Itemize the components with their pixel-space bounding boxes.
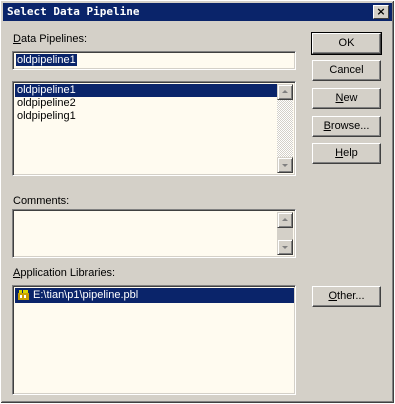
cancel-button[interactable]: Cancel [312, 60, 381, 81]
chevron-down-icon [282, 246, 288, 249]
help-button[interactable]: Help [312, 143, 381, 164]
close-icon: × [376, 5, 386, 18]
application-libraries-label: Application Libraries: [13, 267, 116, 279]
scroll-down-button[interactable] [277, 239, 293, 255]
data-pipeline-name-input[interactable]: oldpipeline1 [12, 51, 296, 70]
new-button[interactable]: New [312, 88, 381, 109]
list-item[interactable]: oldpipeling1 [15, 110, 277, 123]
data-pipelines-label: Data Pipelines: [13, 33, 87, 45]
chevron-up-icon [282, 218, 288, 221]
pipelines-scrollbar[interactable] [277, 84, 293, 173]
data-pipeline-name-value: oldpipeline1 [16, 54, 77, 66]
comments-scrollbar[interactable] [277, 212, 293, 255]
library-path: E:\tian\p1\pipeline.pbl [33, 289, 139, 301]
application-libraries-list[interactable]: E:\tian\p1\pipeline.pbl [12, 285, 296, 395]
select-data-pipeline-dialog: Select Data Pipeline × Data Pipelines: o… [0, 0, 395, 404]
list-item[interactable]: E:\tian\p1\pipeline.pbl [15, 288, 294, 303]
title-bar[interactable]: Select Data Pipeline × [3, 3, 392, 21]
other-button[interactable]: Other... [312, 286, 381, 307]
comments-label: Comments: [13, 195, 70, 207]
comments-textarea[interactable] [12, 209, 296, 258]
window-title: Select Data Pipeline [7, 5, 140, 18]
browse-button[interactable]: Browse... [312, 116, 381, 137]
close-button[interactable]: × [373, 5, 389, 19]
scroll-up-button[interactable] [277, 84, 293, 100]
list-item[interactable]: oldpipeline1 [15, 84, 277, 97]
chevron-down-icon [282, 164, 288, 167]
scroll-up-button[interactable] [277, 212, 293, 228]
data-pipelines-list[interactable]: oldpipeline1 oldpipeline2 oldpipeling1 [12, 81, 296, 176]
library-icon [18, 290, 29, 300]
ok-button[interactable]: OK [311, 32, 382, 55]
scroll-down-button[interactable] [277, 157, 293, 173]
list-item[interactable]: oldpipeline2 [15, 97, 277, 110]
chevron-up-icon [282, 90, 288, 93]
